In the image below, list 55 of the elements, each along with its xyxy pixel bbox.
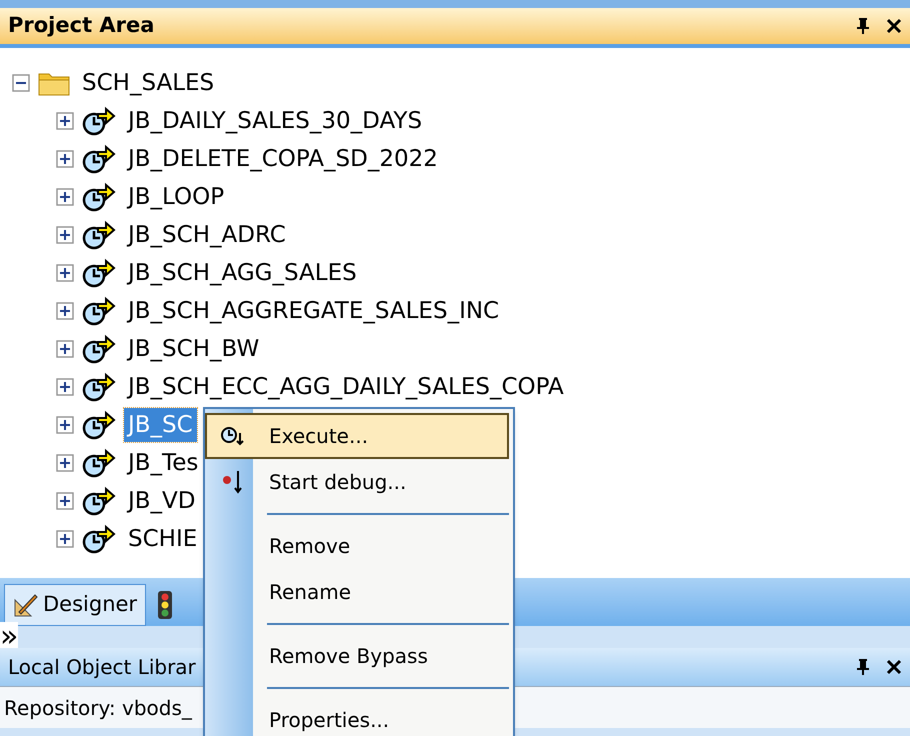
job-icon bbox=[82, 296, 116, 326]
menu-item[interactable]: Properties... bbox=[205, 697, 509, 736]
close-icon[interactable] bbox=[886, 18, 902, 34]
tree-item[interactable]: JB_SCH_ADRC bbox=[124, 218, 290, 252]
pencil-ruler-icon bbox=[13, 592, 39, 618]
expand-icon[interactable] bbox=[56, 188, 74, 206]
expand-icon[interactable] bbox=[56, 378, 74, 396]
breakpoint-icon bbox=[220, 469, 244, 495]
tree-item[interactable]: JB_SCH_AGGREGATE_SALES_INC bbox=[124, 294, 504, 328]
tree-item[interactable]: JB_DAILY_SALES_30_DAYS bbox=[124, 104, 426, 138]
expand-icon[interactable] bbox=[56, 416, 74, 434]
tree-item[interactable]: JB_SCH_BW bbox=[124, 332, 264, 366]
expand-icon[interactable] bbox=[56, 150, 74, 168]
expand-icon[interactable] bbox=[56, 302, 74, 320]
tree-item[interactable]: JB_SCH_ECC_AGG_DAILY_SALES_COPA bbox=[124, 370, 568, 404]
menu-item[interactable]: Remove Bypass bbox=[205, 633, 509, 679]
job-icon bbox=[82, 258, 116, 288]
tree-item[interactable]: JB_SCH_AGG_SALES bbox=[124, 256, 361, 290]
job-icon bbox=[82, 524, 116, 554]
menu-item[interactable]: Start debug... bbox=[205, 459, 509, 505]
tree-item[interactable]: JB_DELETE_COPA_SD_2022 bbox=[124, 142, 442, 176]
job-icon bbox=[82, 372, 116, 402]
close-icon[interactable] bbox=[886, 659, 902, 675]
expand-icon[interactable] bbox=[56, 226, 74, 244]
clock-icon bbox=[220, 425, 244, 447]
expand-icon[interactable] bbox=[56, 530, 74, 548]
panel-title: Project Area bbox=[8, 12, 154, 40]
expand-icon[interactable] bbox=[56, 492, 74, 510]
expand-icon[interactable] bbox=[56, 112, 74, 130]
job-icon bbox=[82, 410, 116, 440]
pin-icon[interactable] bbox=[856, 658, 870, 676]
pin-icon[interactable] bbox=[856, 17, 870, 35]
collapse-icon[interactable] bbox=[12, 74, 30, 92]
job-icon bbox=[82, 106, 116, 136]
job-icon bbox=[82, 486, 116, 516]
panel-title: Local Object Librar bbox=[8, 654, 196, 681]
expand-icon[interactable] bbox=[56, 340, 74, 358]
tree-item[interactable]: JB_Tes bbox=[124, 446, 202, 480]
expand-icon[interactable] bbox=[56, 264, 74, 282]
tree-item[interactable]: JB_SC bbox=[124, 408, 197, 442]
menu-item[interactable]: Rename bbox=[205, 569, 509, 615]
menu-item[interactable]: Execute... bbox=[205, 413, 509, 459]
tree-item[interactable]: SCHIE bbox=[124, 522, 202, 556]
expand-icon[interactable] bbox=[56, 454, 74, 472]
job-icon bbox=[82, 334, 116, 364]
repository-label: Repository: vbods_ bbox=[3, 694, 193, 722]
job-icon bbox=[82, 220, 116, 250]
tab[interactable]: Designer bbox=[4, 584, 146, 626]
job-icon bbox=[82, 182, 116, 212]
menu-item[interactable]: Remove bbox=[205, 523, 509, 569]
job-icon bbox=[82, 144, 116, 174]
tree-item[interactable]: JB_LOOP bbox=[124, 180, 228, 214]
job-icon bbox=[82, 448, 116, 478]
tree-item[interactable]: SCH_SALES bbox=[78, 66, 218, 100]
tree-item[interactable]: JB_VD bbox=[124, 484, 200, 518]
